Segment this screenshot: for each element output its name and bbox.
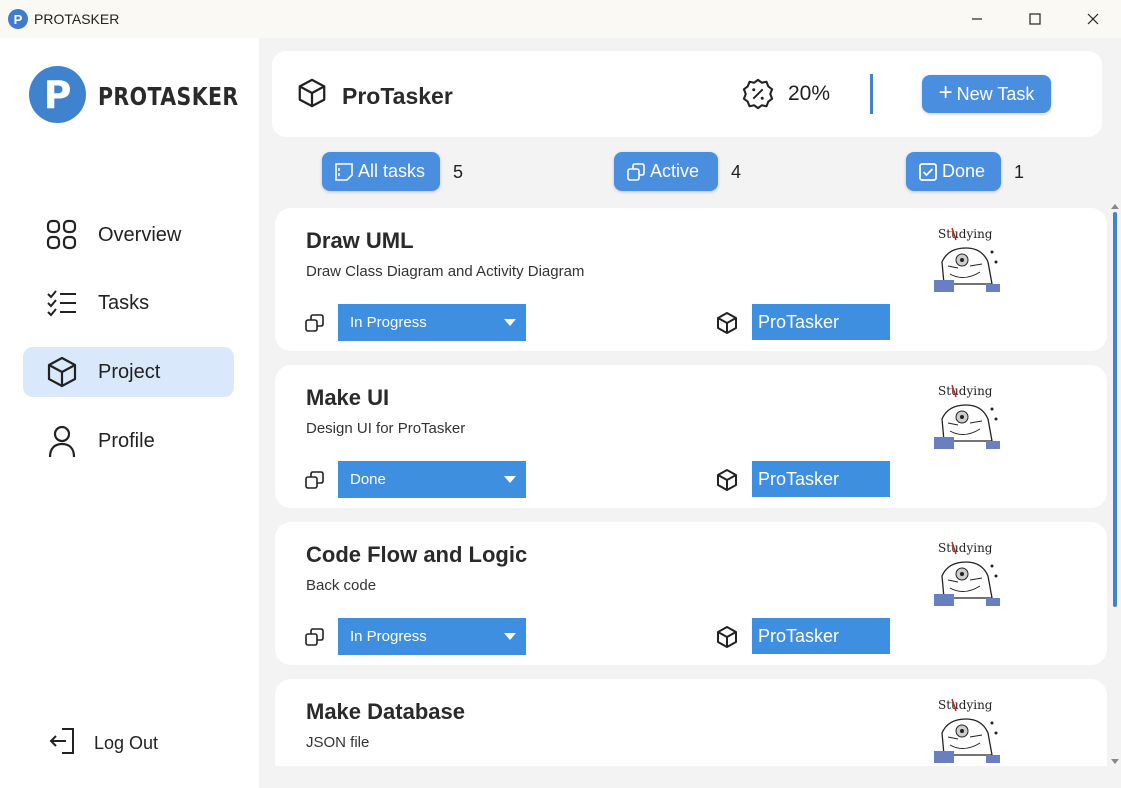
task-list-scrollbar[interactable] (1113, 212, 1117, 607)
status-dropdown[interactable]: In Progress (338, 618, 526, 655)
logout-icon (49, 728, 74, 754)
project-tag-button[interactable]: ProTasker (752, 461, 890, 497)
task-title: Make Database (306, 699, 465, 724)
sidebar: P PROTASKER Overview Tasks Project Profi… (0, 38, 259, 788)
filter-all-count: 5 (453, 162, 464, 182)
studying-caption: Studying (938, 384, 993, 398)
plus-icon: + (938, 78, 953, 106)
task-card[interactable]: Make UI Design UI for ProTasker Studying… (275, 365, 1107, 508)
title-bar: P PROTASKER (0, 0, 1121, 38)
filter-active-button[interactable]: Active (614, 152, 718, 191)
chevron-down-icon (504, 476, 516, 483)
close-icon (1087, 13, 1099, 25)
filter-label: Done (942, 161, 986, 181)
progress-percent: 20% (788, 82, 831, 105)
status-value: Done (350, 471, 386, 488)
task-description: Back code (306, 577, 377, 594)
app-logo-icon: P (8, 9, 28, 29)
project-tag-label: ProTasker (758, 311, 840, 332)
minimize-button[interactable] (954, 0, 1000, 38)
project-tag-label: ProTasker (758, 468, 840, 489)
close-button[interactable] (1070, 0, 1116, 38)
logo-icon: P (29, 66, 86, 123)
user-icon (48, 425, 76, 458)
sidebar-item-tasks[interactable]: Tasks (23, 278, 234, 328)
sidebar-item-label: Project (98, 361, 161, 383)
task-card[interactable]: Code Flow and Logic Back code Studying I… (275, 522, 1107, 665)
studying-caption: Studying (938, 698, 993, 712)
checkbox-icon (919, 162, 937, 181)
minimize-icon (972, 18, 982, 20)
studying-caption: Studying (938, 541, 993, 555)
studying-cat-illustration: Studying (934, 698, 1000, 763)
copy-icon (305, 314, 324, 332)
task-description: Design UI for ProTasker (306, 420, 466, 437)
filter-label: All tasks (358, 161, 426, 181)
scroll-down-arrow[interactable] (1111, 759, 1119, 764)
filter-all-tasks-button[interactable]: All tasks (322, 152, 440, 191)
filter-done-count: 1 (1014, 162, 1025, 182)
sidebar-item-project[interactable]: Project (23, 347, 234, 397)
maximize-button[interactable] (1012, 0, 1058, 38)
studying-caption: Studying (938, 227, 993, 241)
task-card[interactable]: Make Database JSON file Studying (275, 679, 1107, 766)
scroll-up-arrow[interactable] (1111, 204, 1119, 209)
cube-icon (298, 78, 326, 108)
header-divider (870, 74, 873, 114)
sticky-note-icon (335, 162, 353, 181)
filter-active-count: 4 (731, 162, 742, 182)
filter-done-button[interactable]: Done (906, 152, 1001, 191)
project-header: ProTasker 20% + New Task (272, 51, 1102, 137)
new-task-label: New Task (956, 83, 1035, 104)
task-description: JSON file (306, 734, 370, 751)
studying-cat-illustration: Studying (934, 227, 1000, 292)
checklist-icon (47, 290, 76, 317)
cube-icon (47, 356, 77, 388)
maximize-icon (1029, 13, 1041, 25)
sidebar-item-label: Tasks (98, 292, 150, 314)
new-task-button[interactable]: + New Task (922, 75, 1051, 113)
copy-icon (305, 628, 324, 646)
sidebar-item-overview[interactable]: Overview (23, 210, 234, 260)
task-title: Draw UML (306, 228, 414, 253)
status-dropdown[interactable]: Done (338, 461, 526, 498)
cube-icon (717, 626, 737, 648)
project-tag-button[interactable]: ProTasker (752, 304, 890, 340)
status-value: In Progress (350, 628, 427, 645)
studying-cat-illustration: Studying (934, 541, 1000, 606)
status-value: In Progress (350, 314, 427, 331)
sidebar-item-label: Overview (98, 224, 182, 246)
task-card[interactable]: Draw UML Draw Class Diagram and Activity… (275, 208, 1107, 351)
project-tag-label: ProTasker (758, 625, 840, 646)
cube-icon (717, 469, 737, 491)
percent-badge-icon (742, 78, 774, 110)
copy-icon (627, 162, 645, 181)
window-title: PROTASKER (34, 11, 120, 27)
logout-label: Log Out (94, 733, 159, 753)
copy-icon (305, 471, 324, 489)
task-title: Code Flow and Logic (306, 542, 528, 567)
task-description: Draw Class Diagram and Activity Diagram (306, 263, 585, 280)
project-title: ProTasker (342, 83, 453, 109)
filter-label: Active (650, 161, 700, 181)
cube-icon (717, 312, 737, 334)
project-tag-button[interactable]: ProTasker (752, 618, 890, 654)
chevron-down-icon (504, 319, 516, 326)
status-dropdown[interactable]: In Progress (338, 304, 526, 341)
logout-button[interactable]: Log Out (48, 726, 188, 760)
studying-cat-illustration: Studying (934, 384, 1000, 449)
logo-text: PROTASKER (98, 82, 239, 111)
chevron-down-icon (504, 633, 516, 640)
sidebar-item-profile[interactable]: Profile (23, 416, 234, 466)
task-list: Draw UML Draw Class Diagram and Activity… (272, 204, 1110, 766)
task-title: Make UI (306, 385, 390, 410)
grid-icon (46, 219, 77, 250)
sidebar-item-label: Profile (98, 430, 155, 452)
